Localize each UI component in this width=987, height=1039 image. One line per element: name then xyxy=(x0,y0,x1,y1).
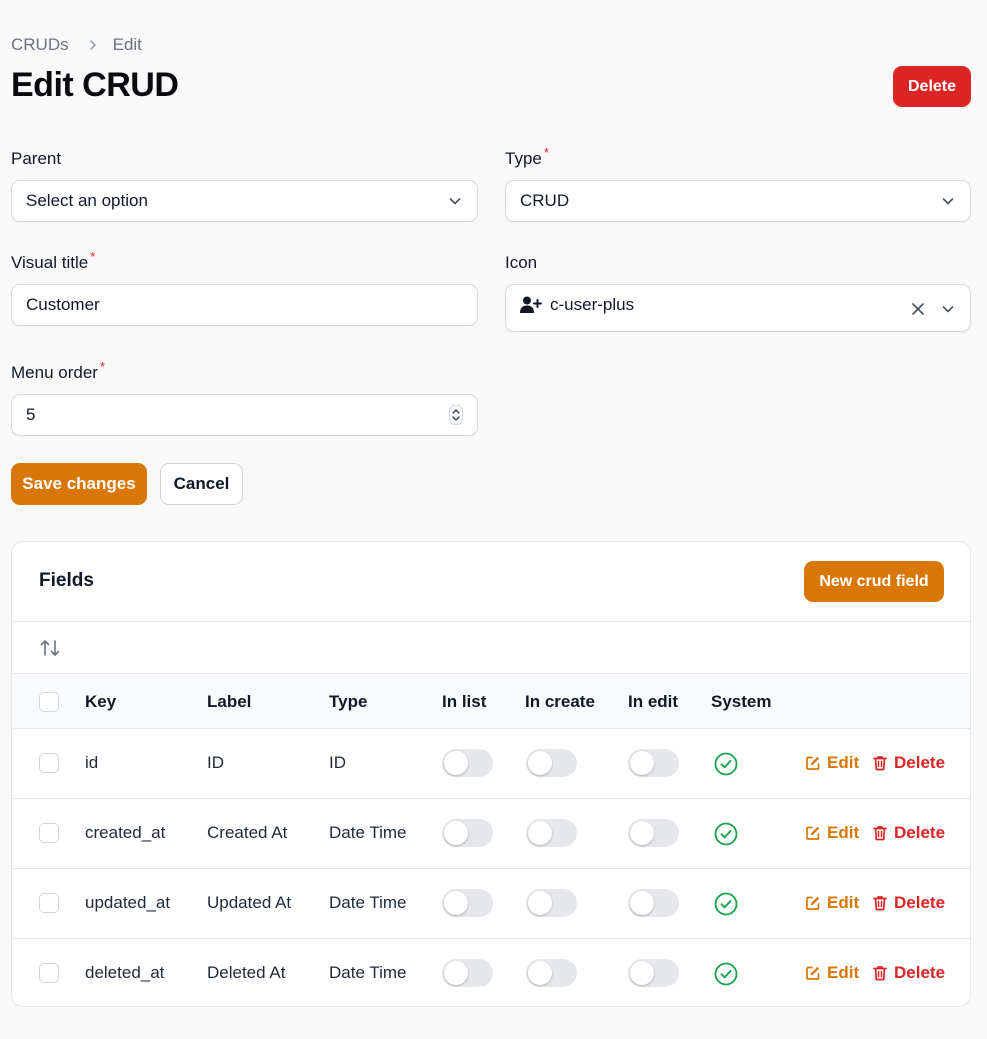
icon-select[interactable]: c-user-plus xyxy=(505,284,971,332)
visual-title-value: Customer xyxy=(26,295,100,314)
parent-select-value: Select an option xyxy=(26,191,148,210)
edit-icon xyxy=(806,896,820,910)
table-row: created_at Created At Date Time Edit Del… xyxy=(12,799,970,869)
sort-icon[interactable] xyxy=(39,637,61,659)
menu-order-value: 5 xyxy=(26,405,36,424)
trash-icon xyxy=(873,756,887,771)
new-crud-field-button[interactable]: New crud field xyxy=(804,561,944,602)
visual-title-input[interactable]: Customer xyxy=(11,284,478,326)
chevron-down-icon xyxy=(940,193,956,209)
icon-label: Icon xyxy=(505,253,538,272)
in-list-toggle[interactable] xyxy=(442,819,493,847)
in-edit-toggle[interactable] xyxy=(628,819,679,847)
sort-toolbar xyxy=(12,621,970,673)
row-checkbox[interactable] xyxy=(39,893,59,913)
cell-type: ID xyxy=(329,753,346,772)
column-header-key[interactable]: Key xyxy=(85,692,116,712)
in-create-toggle[interactable] xyxy=(526,819,577,847)
in-edit-toggle[interactable] xyxy=(628,959,679,987)
type-select-value: CRUD xyxy=(520,191,570,210)
clear-icon[interactable] xyxy=(910,301,926,317)
parent-select[interactable]: Select an option xyxy=(11,180,478,222)
delete-action[interactable]: Delete xyxy=(872,823,945,843)
edit-action[interactable]: Edit xyxy=(805,963,859,983)
in-list-toggle[interactable] xyxy=(442,889,493,917)
in-create-toggle[interactable] xyxy=(526,889,577,917)
chevron-down-icon xyxy=(940,301,956,317)
check-circle-icon xyxy=(714,752,738,776)
in-create-toggle[interactable] xyxy=(526,959,577,987)
cell-key: deleted_at xyxy=(85,963,165,982)
type-select[interactable]: CRUD xyxy=(505,180,971,222)
cell-type: Date Time xyxy=(329,963,407,982)
cell-label: ID xyxy=(207,753,224,772)
row-checkbox[interactable] xyxy=(39,823,59,843)
row-checkbox[interactable] xyxy=(39,753,59,773)
edit-icon xyxy=(806,756,820,770)
edit-icon xyxy=(806,826,820,840)
check-circle-icon xyxy=(714,892,738,916)
menu-order-label: Menu order * xyxy=(11,359,105,382)
edit-action[interactable]: Edit xyxy=(805,823,859,843)
column-header-in-list[interactable]: In list xyxy=(442,692,486,712)
table-row: deleted_at Deleted At Date Time Edit Del… xyxy=(12,939,970,1006)
cell-type: Date Time xyxy=(329,823,407,842)
parent-label: Parent xyxy=(11,149,62,168)
chevron-down-icon xyxy=(447,193,463,209)
delete-button[interactable]: Delete xyxy=(893,66,971,107)
fields-card: Fields New crud field Key Label Type In … xyxy=(11,541,971,1007)
column-header-in-edit[interactable]: In edit xyxy=(628,692,678,712)
table-row: id ID ID Edit Delete xyxy=(12,729,970,799)
breadcrumb-current: Edit xyxy=(112,35,142,54)
trash-icon xyxy=(873,966,887,981)
in-list-toggle[interactable] xyxy=(442,959,493,987)
in-create-toggle[interactable] xyxy=(526,749,577,777)
cell-key: created_at xyxy=(85,823,166,842)
icon-select-value: c-user-plus xyxy=(550,295,635,314)
edit-action[interactable]: Edit xyxy=(805,893,859,913)
table-header: Key Label Type In list In create In edit… xyxy=(12,673,970,729)
cell-label: Deleted At xyxy=(207,963,286,982)
column-header-system[interactable]: System xyxy=(711,692,771,712)
column-header-label[interactable]: Label xyxy=(207,692,251,712)
edit-icon xyxy=(806,966,820,980)
column-header-type[interactable]: Type xyxy=(329,692,367,712)
column-header-in-create[interactable]: In create xyxy=(525,692,595,712)
cell-key: updated_at xyxy=(85,893,171,912)
menu-order-input[interactable]: 5 xyxy=(11,394,478,436)
select-all-checkbox[interactable] xyxy=(39,692,59,712)
fields-title: Fields xyxy=(39,570,94,591)
delete-action[interactable]: Delete xyxy=(872,963,945,983)
save-changes-button[interactable]: Save changes xyxy=(11,463,147,505)
number-stepper-icon[interactable] xyxy=(449,405,463,425)
chevron-right-icon xyxy=(87,39,99,51)
check-circle-icon xyxy=(714,822,738,846)
in-edit-toggle[interactable] xyxy=(628,749,679,777)
type-label: Type * xyxy=(505,145,549,168)
cell-label: Created At xyxy=(207,823,288,842)
breadcrumb: CRUDs Edit xyxy=(11,35,142,55)
cell-key: id xyxy=(85,753,99,772)
in-list-toggle[interactable] xyxy=(442,749,493,777)
edit-action[interactable]: Edit xyxy=(805,753,859,773)
cell-type: Date Time xyxy=(329,893,407,912)
breadcrumb-crud-link[interactable]: CRUDs xyxy=(11,35,69,55)
table-row: updated_at Updated At Date Time Edit Del… xyxy=(12,869,970,939)
cancel-button[interactable]: Cancel xyxy=(160,463,243,505)
row-checkbox[interactable] xyxy=(39,963,59,983)
user-plus-icon xyxy=(520,296,542,314)
in-edit-toggle[interactable] xyxy=(628,889,679,917)
check-circle-icon xyxy=(714,962,738,986)
delete-action[interactable]: Delete xyxy=(872,753,945,773)
cell-label: Updated At xyxy=(207,893,292,912)
delete-action[interactable]: Delete xyxy=(872,893,945,913)
trash-icon xyxy=(873,826,887,841)
visual-title-label: Visual title * xyxy=(11,249,96,272)
trash-icon xyxy=(873,896,887,911)
page-title: Edit CRUD xyxy=(11,66,179,104)
